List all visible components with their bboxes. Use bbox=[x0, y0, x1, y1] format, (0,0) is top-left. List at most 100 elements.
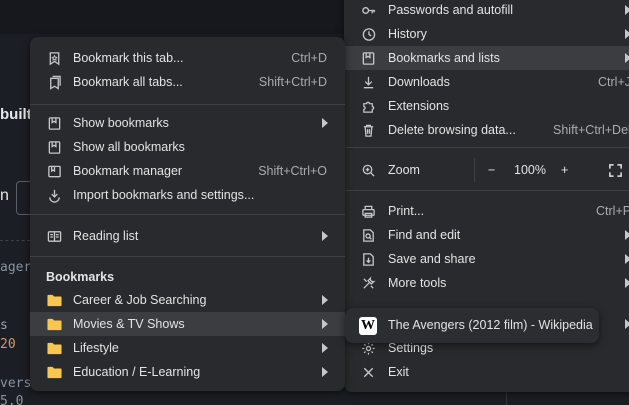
menu-item-extensions[interactable]: Extensions bbox=[344, 94, 629, 118]
bookmark-item-label: The Avengers (2012 film) - Wikipedia bbox=[388, 318, 593, 332]
trash-icon bbox=[360, 122, 376, 138]
code-line: ager bbox=[0, 260, 32, 275]
chevron-right-icon bbox=[624, 5, 629, 15]
chevron-right-icon bbox=[624, 53, 629, 63]
menu-item-label: Delete browsing data... bbox=[388, 123, 516, 137]
menu-item-downloads[interactable]: Downloads Ctrl+J bbox=[344, 70, 629, 94]
page-divider bbox=[0, 240, 30, 241]
bookmarks-list-icon bbox=[360, 50, 376, 66]
zoom-level: 100% bbox=[514, 163, 546, 177]
menu-item-bookmark-this-tab[interactable]: Bookmark this tab... Ctrl+D bbox=[30, 46, 345, 70]
menu-item-passwords[interactable]: Passwords and autofill bbox=[344, 0, 629, 22]
page-label-fragment: n bbox=[0, 187, 9, 204]
key-icon bbox=[360, 2, 376, 18]
menu-item-label: Education / E-Learning bbox=[73, 365, 201, 379]
fullscreen-icon[interactable] bbox=[607, 162, 623, 178]
menu-item-save-and-share[interactable]: Save and share bbox=[344, 247, 629, 271]
bookmark-item-avengers[interactable]: W The Avengers (2012 film) - Wikipedia bbox=[345, 308, 599, 343]
menu-item-shortcut: Ctrl+P bbox=[596, 204, 629, 218]
tools-icon bbox=[360, 275, 376, 291]
code-line: vers bbox=[0, 376, 32, 391]
menu-item-label: Movies & TV Shows bbox=[73, 317, 185, 331]
bookmark-icon bbox=[46, 115, 62, 131]
menu-item-label: History bbox=[388, 27, 427, 41]
folder-icon bbox=[46, 364, 62, 380]
folder-icon bbox=[46, 340, 62, 356]
menu-item-print[interactable]: Print... Ctrl+P bbox=[344, 199, 629, 223]
menu-item-reading-list[interactable]: Reading list bbox=[30, 224, 345, 248]
code-line: 5.0 bbox=[0, 394, 24, 405]
menu-item-history[interactable]: History bbox=[344, 22, 629, 46]
chevron-right-icon bbox=[321, 319, 329, 329]
chevron-right-icon bbox=[321, 343, 329, 353]
folder-icon bbox=[46, 292, 62, 308]
history-icon bbox=[360, 26, 376, 42]
menu-item-label: Downloads bbox=[388, 75, 450, 89]
chevron-right-icon bbox=[624, 29, 629, 39]
bookmarks-icon bbox=[46, 139, 62, 155]
menu-item-delete-browsing-data[interactable]: Delete browsing data... Shift+Ctrl+Del bbox=[344, 118, 629, 142]
chevron-right-icon bbox=[321, 118, 329, 128]
zoom-out-button[interactable]: − bbox=[488, 163, 495, 177]
folder-icon bbox=[46, 316, 62, 332]
menu-item-show-bookmarks[interactable]: Show bookmarks bbox=[30, 111, 345, 135]
menu-item-bookmark-all-tabs[interactable]: Bookmark all tabs... Shift+Ctrl+D bbox=[30, 70, 345, 94]
reading-list-icon bbox=[46, 228, 62, 244]
menu-item-label: Extensions bbox=[388, 99, 450, 113]
bookmark-folder-movies[interactable]: Movies & TV Shows bbox=[30, 312, 345, 336]
folder-contents-submenu: W The Avengers (2012 film) - Wikipedia bbox=[345, 308, 599, 343]
code-line: s bbox=[0, 318, 8, 333]
bookmark-star-icon bbox=[46, 50, 62, 66]
bookmark-folder-education[interactable]: Education / E-Learning bbox=[30, 360, 345, 384]
menu-item-label: Exit bbox=[388, 365, 409, 379]
menu-item-exit[interactable]: Exit bbox=[344, 360, 629, 384]
menu-item-shortcut: Shift+Ctrl+O bbox=[258, 164, 327, 178]
import-icon bbox=[46, 187, 62, 203]
menu-item-label: Zoom bbox=[388, 163, 420, 177]
menu-item-label: Save and share bbox=[388, 252, 476, 266]
menu-item-show-all-bookmarks[interactable]: Show all bookmarks bbox=[30, 135, 345, 159]
menu-item-zoom: Zoom − 100% + bbox=[344, 158, 629, 182]
menu-item-shortcut: Shift+Ctrl+D bbox=[258, 75, 327, 89]
menu-item-shortcut: Shift+Ctrl+Del bbox=[553, 123, 629, 137]
menu-item-label: Lifestyle bbox=[73, 341, 119, 355]
code-line: 20 bbox=[0, 337, 16, 352]
menu-item-find-and-edit[interactable]: Find and edit bbox=[344, 223, 629, 247]
menu-item-label: Reading list bbox=[73, 229, 139, 243]
menu-item-label: Show bookmarks bbox=[73, 116, 169, 130]
menu-item-bookmark-manager[interactable]: Bookmark manager Shift+Ctrl+O bbox=[30, 159, 345, 183]
menu-item-label: Bookmark this tab... bbox=[73, 51, 184, 65]
wikipedia-favicon-icon: W bbox=[359, 317, 377, 335]
menu-item-label: More tools bbox=[388, 276, 447, 290]
menu-item-label: Find and edit bbox=[388, 228, 461, 242]
menu-separator bbox=[344, 147, 629, 148]
puzzle-icon bbox=[360, 98, 376, 114]
menu-separator bbox=[30, 214, 345, 215]
menu-item-shortcut: Ctrl+J bbox=[598, 75, 629, 89]
menu-item-label: Show all bookmarks bbox=[73, 140, 185, 154]
zoom-divider bbox=[474, 158, 475, 182]
bookmark-folder-career[interactable]: Career & Job Searching bbox=[30, 288, 345, 312]
menu-item-label: Settings bbox=[388, 341, 434, 355]
chevron-right-icon bbox=[321, 295, 329, 305]
menu-item-label: Import bookmarks and settings... bbox=[73, 188, 255, 202]
menu-separator bbox=[30, 104, 345, 105]
zoom-icon bbox=[360, 162, 376, 178]
menu-item-import-bookmarks[interactable]: Import bookmarks and settings... bbox=[30, 183, 345, 207]
zoom-in-button[interactable]: + bbox=[561, 163, 568, 177]
bookmarks-submenu: Bookmark this tab... Ctrl+D Bookmark all… bbox=[30, 37, 345, 391]
bookmark-folder-lifestyle[interactable]: Lifestyle bbox=[30, 336, 345, 360]
menu-item-bookmarks-and-lists[interactable]: Bookmarks and lists bbox=[344, 46, 629, 70]
find-icon bbox=[360, 227, 376, 243]
menu-separator bbox=[30, 256, 345, 257]
menu-item-label: Passwords and autofill bbox=[388, 3, 514, 17]
menu-item-more-tools[interactable]: More tools bbox=[344, 271, 629, 295]
page-heading-fragment: built bbox=[0, 106, 32, 123]
download-icon bbox=[360, 74, 376, 90]
save-share-icon bbox=[360, 251, 376, 267]
menu-item-label: Career & Job Searching bbox=[73, 293, 207, 307]
menu-item-label: Bookmark all tabs... bbox=[73, 75, 183, 89]
chevron-right-icon bbox=[321, 367, 329, 377]
bookmarks-section-title: Bookmarks bbox=[46, 270, 115, 284]
bookmark-tabs-icon bbox=[46, 74, 62, 90]
